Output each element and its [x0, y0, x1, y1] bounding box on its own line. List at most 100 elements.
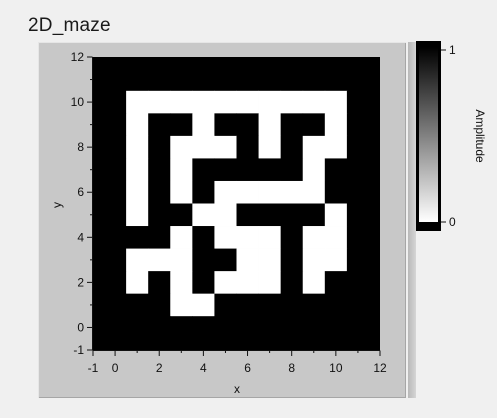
y-tick-label: 12: [71, 50, 85, 64]
heatmap-cell: [280, 248, 304, 272]
heatmap-cell: [258, 248, 282, 272]
colorbar: 1 0 Amplitude: [416, 41, 487, 231]
plot-svg: -1 0 2 4 6 8 10 12-1024681012 x y 1 0 Amplitude: [50, 41, 487, 396]
heatmap-cell: [126, 203, 149, 227]
heatmap-cell: [104, 90, 127, 114]
heatmap-cell: [324, 180, 348, 204]
heatmap-cell: [236, 271, 259, 295]
heatmap-cell: [214, 293, 237, 317]
heatmap-cell: [148, 113, 171, 137]
y-tick-label: 8: [77, 140, 84, 154]
heatmap-cell: [214, 248, 237, 272]
heatmap-cell: [302, 113, 326, 137]
heatmap-cell: [302, 293, 326, 317]
heatmap-cell: [346, 113, 370, 137]
heatmap-cell: [192, 271, 215, 295]
heatmap-cell: [104, 113, 127, 137]
heatmap-cell: [170, 271, 193, 295]
colorbar-min-label: 0: [449, 215, 456, 229]
heatmap-cell: [192, 158, 215, 182]
y-tick-label: 2: [77, 275, 84, 289]
heatmap-cell: [280, 203, 304, 227]
heatmap-cell: [302, 180, 326, 204]
heatmap-cell: [104, 293, 127, 317]
heatmap-cell: [280, 158, 304, 182]
heatmap-cell: [104, 226, 127, 249]
heatmap-cell: [258, 135, 282, 159]
heatmap-cell: [280, 316, 304, 340]
heatmap-cell: [192, 248, 215, 272]
heatmap-cell: [258, 226, 282, 249]
heatmap-cell: [148, 226, 171, 249]
heatmap-cell: [192, 135, 215, 159]
heatmap-cell: [258, 113, 282, 137]
y-axis-label: y: [50, 202, 64, 208]
heatmap-cell: [280, 90, 304, 114]
heatmap-cell: [236, 203, 259, 227]
x-tick-label: 12: [373, 361, 387, 375]
heatmap-cell: [192, 113, 215, 137]
heatmap-cell: [192, 226, 215, 249]
heatmap-cell: [126, 90, 149, 114]
heatmap-cell: [192, 316, 215, 340]
heatmap-cell: [258, 90, 282, 114]
heatmap-cell: [324, 158, 348, 182]
heatmap-cell: [236, 248, 259, 272]
heatmap-cell: [126, 226, 149, 249]
heatmap-cell: [302, 316, 326, 340]
heatmap-cell: [346, 293, 370, 317]
heatmap-cell: [346, 316, 370, 340]
heatmap-cell: [302, 158, 326, 182]
heatmap-cell: [236, 68, 259, 92]
heatmap-cell: [258, 271, 282, 295]
heatmap-cell: [324, 248, 348, 272]
heatmap-cell: [346, 226, 370, 249]
heatmap-cell: [170, 316, 193, 340]
heatmap-cell: [170, 90, 193, 114]
heatmap-cell: [214, 90, 237, 114]
heatmap-cell: [258, 203, 282, 227]
heatmap-cell: [236, 180, 259, 204]
heatmap-cell: [126, 293, 149, 317]
heatmap-cell: [236, 293, 259, 317]
heatmap-cell: [346, 158, 370, 182]
heatmap-cell: [346, 68, 370, 92]
heatmap-cell: [104, 68, 127, 92]
heatmap-cell: [148, 316, 171, 340]
heatmap-cell: [148, 158, 171, 182]
heatmap-cell: [324, 271, 348, 295]
heatmap-cell: [346, 271, 370, 295]
heatmap-cell: [104, 316, 127, 340]
heatmap-cell: [258, 158, 282, 182]
heatmap-cell: [148, 90, 171, 114]
heatmap-cell: [214, 271, 237, 295]
heatmap-cell: [170, 68, 193, 92]
heatmap-cell: [214, 113, 237, 137]
heatmap-cell: [104, 203, 127, 227]
heatmap-cell: [126, 180, 149, 204]
y-tick-label: 6: [77, 185, 84, 199]
heatmap-cell: [126, 135, 149, 159]
heatmap-cell: [214, 135, 237, 159]
heatmap-cell: [170, 158, 193, 182]
heatmap-cell: [214, 316, 237, 340]
heatmap-cell: [236, 226, 259, 249]
heatmap-cell: [214, 226, 237, 249]
heatmap-cell: [324, 68, 348, 92]
y-tick-label: 4: [77, 230, 84, 244]
heatmap-cell: [346, 90, 370, 114]
heatmap-cell: [236, 135, 259, 159]
heatmap-cell: [170, 203, 193, 227]
heatmap-cell: [192, 180, 215, 204]
x-tick-label: 8: [288, 361, 295, 375]
heatmap-cell: [324, 113, 348, 137]
heatmap-cell: [302, 135, 326, 159]
heatmap-cell: [258, 316, 282, 340]
heatmap-cell: [104, 158, 127, 182]
heatmap-cell: [192, 90, 215, 114]
heatmap-cell: [302, 68, 326, 92]
heatmap-cell: [126, 271, 149, 295]
heatmap-cell: [104, 248, 127, 272]
heatmap-cell: [280, 271, 304, 295]
y-tick-label: 0: [77, 320, 84, 334]
